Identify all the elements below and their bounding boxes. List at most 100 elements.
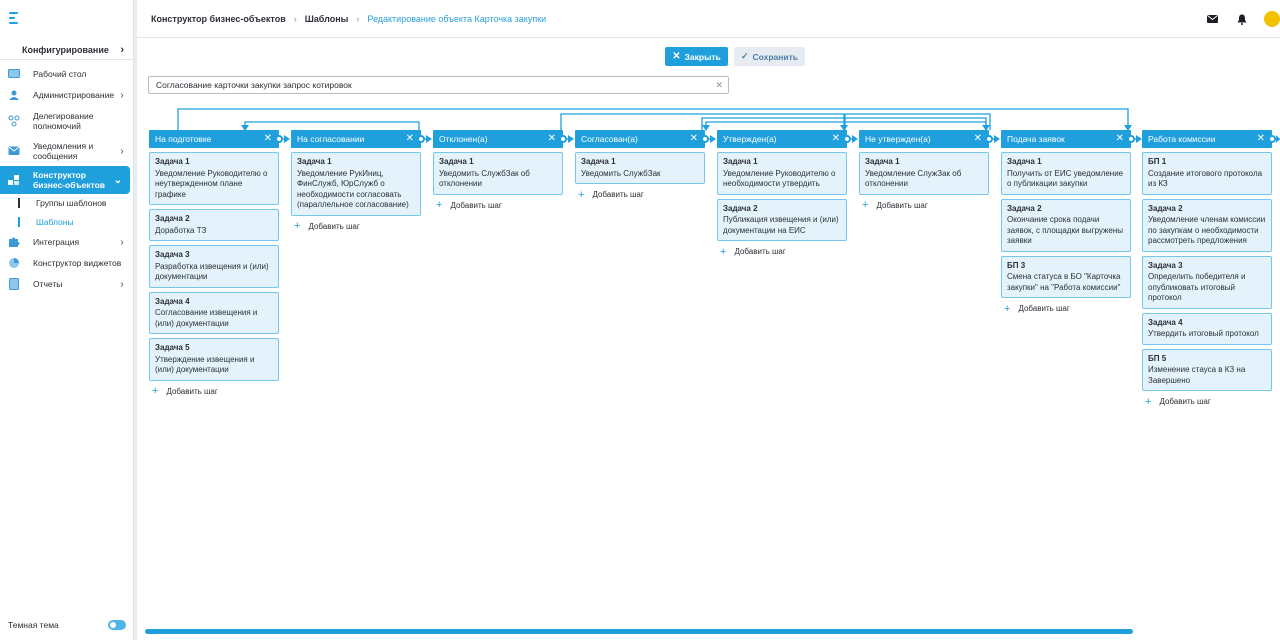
- status-title: На подготовке: [155, 134, 212, 144]
- status-header[interactable]: На согласовании ✕: [291, 130, 425, 148]
- sidebar-item-integration[interactable]: Интеграция ›: [0, 234, 134, 250]
- status-column: На подготовке ✕ Задача 1 Уведомление Руко…: [149, 130, 283, 397]
- sidebar-item-desktop[interactable]: Рабочий стол: [0, 66, 134, 82]
- breadcrumb-item[interactable]: Шаблоны: [305, 14, 349, 24]
- status-header[interactable]: Согласован(а) ✕: [575, 130, 709, 148]
- editor-area: ✕ Закрыть ✓ Сохранить Согласование карто…: [137, 38, 1280, 640]
- close-icon[interactable]: ✕: [974, 133, 982, 144]
- connector-handle[interactable]: [1268, 135, 1276, 143]
- add-step-label: Добавить шаг: [876, 200, 928, 210]
- plus-icon: +: [578, 188, 585, 201]
- task-card[interactable]: Задача 2 Окончание срока подачи заявок, с…: [1001, 198, 1131, 252]
- add-step-button[interactable]: + Добавить шаг: [1142, 396, 1272, 407]
- task-title: Задача 1: [297, 157, 332, 166]
- sidebar-item-bo-constructor[interactable]: Конструктор бизнес-объектов ⌄: [0, 166, 130, 194]
- sidebar-config-header[interactable]: Конфигурирование ›: [0, 40, 134, 60]
- task-title: Задача 2: [1148, 203, 1183, 213]
- task-text: Публикация извещения и (или) документаци…: [723, 215, 839, 235]
- task-card[interactable]: БП 1 Создание итогового протокола из КЗ: [1142, 152, 1272, 195]
- status-title: Подача заявок: [1007, 134, 1065, 144]
- dark-theme-toggle[interactable]: [108, 620, 126, 630]
- plus-icon: +: [152, 385, 159, 397]
- status-header[interactable]: Работа комиссии ✕: [1142, 130, 1276, 148]
- task-text: Окончание срока подачи заявок, с площадк…: [1007, 215, 1123, 245]
- close-icon[interactable]: ✕: [406, 133, 414, 144]
- add-step-button[interactable]: + Добавить шаг: [859, 199, 989, 211]
- close-icon[interactable]: ✕: [832, 133, 840, 144]
- status-header[interactable]: Утвержден(а) ✕: [717, 130, 851, 148]
- connector-handle[interactable]: [1127, 135, 1135, 143]
- connector-handle[interactable]: [985, 135, 993, 143]
- menu-toggle-icon[interactable]: [9, 12, 23, 26]
- sidebar-item-delegation[interactable]: Делегирование полномочий: [0, 109, 134, 133]
- task-card[interactable]: Задача 2 Публикация извещения и (или) док…: [717, 198, 847, 241]
- task-title: Задача 3: [155, 250, 190, 259]
- sidebar-subitem-template-groups[interactable]: Группы шаблонов: [18, 198, 106, 208]
- add-step-button[interactable]: + Добавить шаг: [291, 221, 421, 232]
- breadcrumb-item[interactable]: Конструктор бизнес-объектов: [151, 14, 286, 24]
- add-step-button[interactable]: + Добавить шаг: [575, 188, 705, 201]
- status-header[interactable]: Отклонен(а) ✕: [433, 130, 567, 148]
- task-card[interactable]: Задача 4 Согласование извещения и (или) д…: [149, 291, 279, 334]
- connector-handle[interactable]: [701, 135, 709, 143]
- sidebar-item-notifications[interactable]: Уведомления и сообщения ›: [0, 139, 134, 163]
- close-icon[interactable]: ✕: [1116, 133, 1124, 144]
- connector-handle[interactable]: [559, 135, 567, 143]
- task-text: Уведомить СлужбЗак: [581, 168, 661, 178]
- task-card[interactable]: Задача 3 Разработка извещения и (или) док…: [149, 245, 279, 288]
- plus-icon: +: [862, 199, 869, 211]
- status-header[interactable]: На подготовке ✕: [149, 130, 283, 148]
- status-title: Работа комиссии: [1148, 134, 1216, 144]
- task-card[interactable]: Задача 1 Уведомление Руководителю о неутв…: [149, 152, 279, 205]
- task-card[interactable]: Задача 4 Утвердить итоговый протокол: [1142, 312, 1272, 345]
- breadcrumb-current: Редактирование объекта Карточка закупки: [367, 13, 547, 24]
- task-card[interactable]: Задача 5 Утверждение извещения и (или) до…: [149, 338, 279, 381]
- task-title: Задача 4: [1148, 317, 1183, 327]
- connector-handle[interactable]: [843, 135, 851, 143]
- sidebar-item-widget-constructor[interactable]: Конструктор виджетов: [0, 255, 134, 271]
- status-header[interactable]: Подача заявок ✕: [1001, 130, 1135, 148]
- add-step-label: Добавить шаг: [592, 190, 644, 199]
- task-card[interactable]: Задача 1 Уведомление СлужЗак об отклонени…: [859, 152, 989, 195]
- close-icon[interactable]: ✕: [690, 133, 698, 144]
- sidebar: Конфигурирование › Рабочий стол Админист…: [0, 0, 134, 640]
- sidebar-item-label: Конструктор виджетов: [33, 258, 122, 268]
- add-step-button[interactable]: + Добавить шаг: [717, 246, 847, 257]
- connector-handle[interactable]: [275, 135, 283, 143]
- status-header[interactable]: Не утвержден(а) ✕: [859, 130, 993, 148]
- horizontal-scrollbar[interactable]: [145, 629, 1133, 634]
- bell-icon[interactable]: [1234, 11, 1250, 27]
- mail-icon[interactable]: [1204, 11, 1220, 27]
- task-card[interactable]: Задача 2 Уведомление членам комиссии по з…: [1142, 198, 1272, 252]
- close-icon[interactable]: ✕: [264, 133, 272, 144]
- task-card[interactable]: Задача 1 Уведомление РукИниц, ФинСлужб, Ю…: [291, 152, 421, 216]
- task-card[interactable]: Задача 1 Уведомить СлужбЗак: [575, 152, 705, 184]
- add-step-button[interactable]: + Добавить шаг: [433, 200, 563, 211]
- connector-handle[interactable]: [417, 135, 425, 143]
- task-card[interactable]: Задача 3 Определить победителя и опублико…: [1142, 255, 1272, 309]
- task-card[interactable]: Задача 1 Получить от ЕИС уведомление о пу…: [1001, 152, 1131, 195]
- task-title: Задача 1: [1007, 157, 1042, 166]
- sidebar-item-admin[interactable]: Администрирование ›: [0, 87, 134, 103]
- add-step-button[interactable]: + Добавить шаг: [1001, 303, 1131, 314]
- status-column: Отклонен(а) ✕ Задача 1 Уведомить СлужбЗак…: [433, 130, 567, 211]
- close-icon[interactable]: ✕: [1257, 133, 1265, 144]
- add-step-label: Добавить шаг: [308, 221, 360, 231]
- sidebar-item-label: Администрирование: [33, 90, 115, 100]
- add-step-label: Добавить шаг: [734, 247, 786, 256]
- task-card[interactable]: Задача 1 Уведомление Руководителю о необх…: [717, 152, 847, 195]
- task-text: Утверждение извещения и (или) документац…: [155, 354, 255, 375]
- status-column: На согласовании ✕ Задача 1 Уведомление Ру…: [291, 130, 425, 232]
- user-avatar[interactable]: [1264, 11, 1280, 27]
- close-icon[interactable]: ✕: [548, 133, 556, 144]
- task-card[interactable]: БП 3 Смена статуса в БО "Карточка закупки…: [1001, 255, 1131, 298]
- task-card[interactable]: Задача 2 Доработка ТЗ: [149, 209, 279, 241]
- task-card[interactable]: БП 5 Изменение стауса в КЗ на Завершено: [1142, 348, 1272, 391]
- task-card[interactable]: Задача 1 Уведомить СлужбЗак об отклонении: [433, 152, 563, 195]
- sidebar-item-reports[interactable]: Отчеты ›: [0, 276, 134, 292]
- sidebar-subitem-templates[interactable]: Шаблоны: [18, 217, 74, 227]
- task-title: Задача 2: [723, 203, 758, 213]
- sidebar-item-label: Уведомления и сообщения: [33, 141, 94, 161]
- task-text: Согласование извещения и (или) документа…: [155, 308, 258, 328]
- add-step-button[interactable]: + Добавить шаг: [149, 385, 279, 397]
